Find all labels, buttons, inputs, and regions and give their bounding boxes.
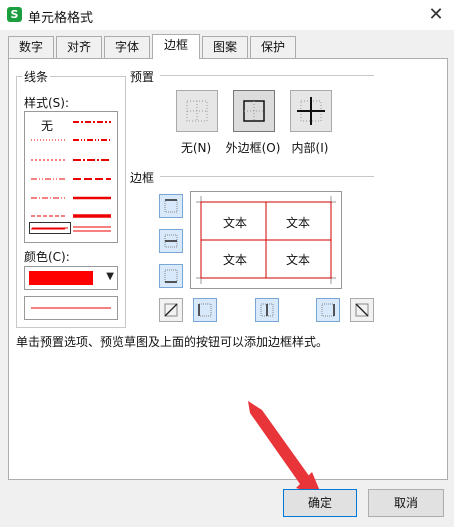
hint-text: 单击预置选项、预览草图及上面的按钮可以添加边框样式。 (16, 335, 329, 349)
line-preview (24, 296, 118, 320)
diagonal-down-icon (355, 303, 369, 317)
ok-button[interactable]: 确定 (283, 489, 357, 517)
line-style-list[interactable]: 无 (24, 111, 118, 243)
tab-alignment[interactable]: 对齐 (56, 36, 102, 58)
border-middle-vertical-button[interactable] (255, 298, 279, 322)
app-logo-icon: S (7, 7, 22, 22)
preview-cell-text: 文本 (286, 253, 311, 267)
preset-none-button[interactable] (176, 90, 218, 132)
border-left-button[interactable] (193, 298, 217, 322)
title-bar: S 单元格格式 ✕ (0, 0, 454, 30)
selected-line-style (29, 222, 71, 234)
border-preview[interactable]: 文本 文本 文本 文本 (190, 191, 342, 289)
preview-cell-text: 文本 (223, 216, 248, 230)
border-right-icon (321, 303, 335, 317)
border-separator (160, 176, 374, 177)
preset-outside-button[interactable] (233, 90, 275, 132)
tab-font[interactable]: 字体 (104, 36, 150, 58)
preview-cell-text: 文本 (223, 253, 248, 267)
tab-number[interactable]: 数字 (8, 36, 54, 58)
tab-protection[interactable]: 保护 (250, 36, 296, 58)
border-bottom-icon (164, 269, 178, 283)
preset-group-title: 预置 (128, 68, 157, 85)
color-dropdown[interactable]: ▼ (24, 266, 118, 290)
tab-pattern[interactable]: 图案 (202, 36, 248, 58)
preset-none-label: 无(N) (180, 141, 212, 155)
preset-inside-button[interactable] (290, 90, 332, 132)
border-vertical-inside-icon (260, 303, 274, 317)
border-top-button[interactable] (159, 194, 183, 218)
border-left-icon (198, 303, 212, 317)
style-label: 样式(S): (22, 94, 72, 111)
border-group-title: 边框 (128, 169, 157, 186)
color-label: 颜色(C): (22, 248, 72, 265)
border-right-button[interactable] (316, 298, 340, 322)
preset-outside-label: 外边框(O) (225, 141, 281, 155)
cancel-button[interactable]: 取消 (368, 489, 444, 517)
border-top-icon (164, 199, 178, 213)
preview-cell-text: 文本 (286, 216, 311, 230)
border-bottom-button[interactable] (159, 264, 183, 288)
chevron-down-icon[interactable]: ▼ (106, 271, 114, 282)
border-preview-grid[interactable] (191, 192, 341, 288)
preset-separator (160, 75, 374, 76)
border-middle-horizontal-button[interactable] (159, 229, 183, 253)
preset-inside-label: 内部(I) (291, 141, 329, 155)
diagonal-up-icon (164, 303, 178, 317)
border-diagonal-up-button[interactable] (159, 298, 183, 322)
border-horizontal-inside-icon (164, 234, 178, 248)
border-diagonal-down-button[interactable] (350, 298, 374, 322)
border-none-icon (186, 100, 208, 122)
border-outside-icon (243, 100, 265, 122)
close-button[interactable]: ✕ (426, 5, 446, 25)
color-swatch (29, 271, 93, 285)
line-group-title: 线条 (22, 68, 51, 85)
border-inside-icon (297, 97, 325, 125)
window-title: 单元格格式 (28, 11, 94, 26)
tab-border[interactable]: 边框 (152, 34, 200, 59)
